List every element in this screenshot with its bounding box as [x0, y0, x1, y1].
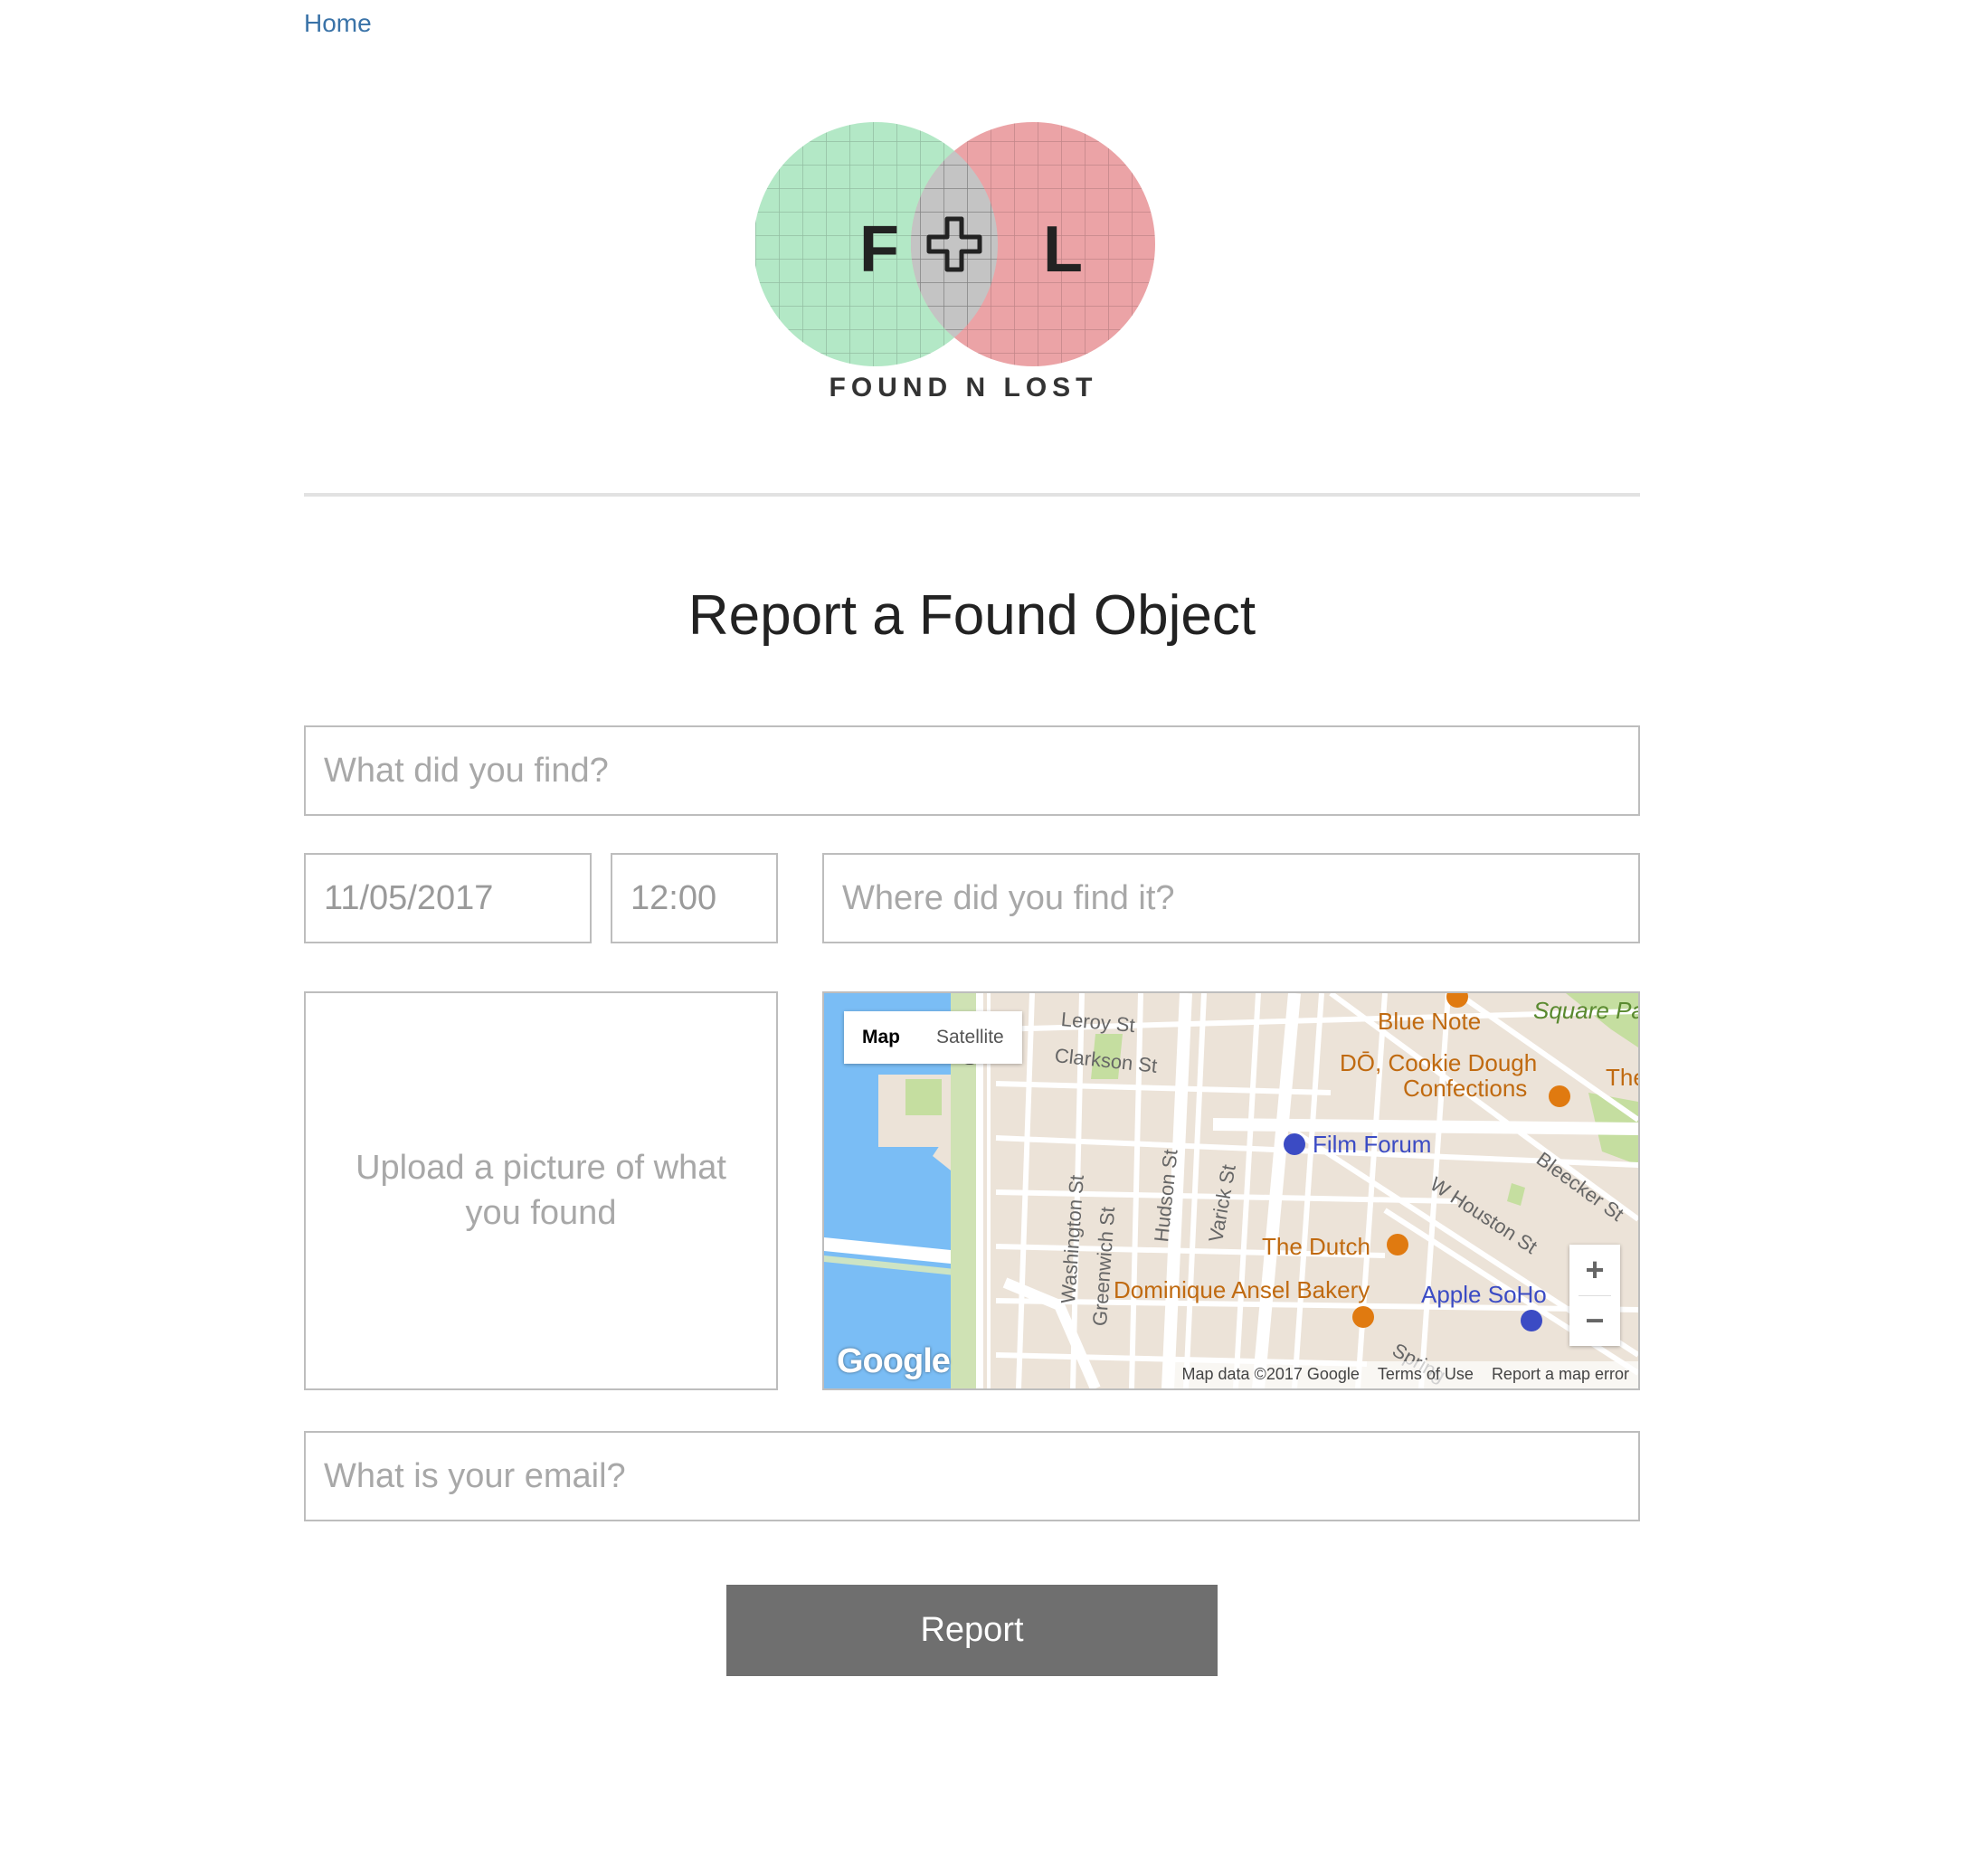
found-n-lost-logo: F L: [755, 122, 1155, 366]
map-footer: Map data ©2017 Google Terms of Use Repor…: [1172, 1361, 1638, 1388]
email-input[interactable]: [304, 1431, 1640, 1521]
place-label: The: [1606, 1064, 1638, 1091]
google-logo: Google: [837, 1342, 951, 1380]
time-input[interactable]: [611, 853, 778, 943]
map[interactable]: 9A Map Satellite Leroy St Clarkson St Wa…: [822, 991, 1640, 1390]
restaurant-icon: [1549, 1085, 1570, 1107]
zoom-in-button[interactable]: +: [1569, 1245, 1620, 1295]
place-label: Square Pa: [1533, 997, 1640, 1024]
upload-picture-area[interactable]: Upload a picture of what you found: [304, 991, 778, 1390]
restaurant-icon: [1387, 1234, 1408, 1255]
logo-letter-l: L: [1043, 213, 1083, 286]
place-label: Dominique Ansel Bakery: [1114, 1276, 1370, 1303]
date-input[interactable]: [304, 853, 592, 943]
map-type-satellite-button[interactable]: Satellite: [918, 1011, 1022, 1064]
map-type-control: Map Satellite: [844, 1011, 1022, 1064]
place-label: Blue Note: [1378, 1008, 1482, 1035]
zoom-control: + −: [1569, 1245, 1620, 1346]
map-attribution: Map data ©2017 Google: [1181, 1365, 1360, 1383]
shopping-icon: [1521, 1310, 1542, 1331]
cinema-icon: [1284, 1133, 1305, 1155]
zoom-out-button[interactable]: −: [1569, 1295, 1620, 1346]
map-type-map-button[interactable]: Map: [844, 1011, 918, 1064]
logo-wordmark: FOUND N LOST: [829, 373, 1098, 403]
place-label: Confections: [1403, 1075, 1528, 1102]
report-map-error-link[interactable]: Report a map error: [1483, 1361, 1638, 1388]
logo-letter-f: F: [859, 213, 899, 286]
home-link[interactable]: Home: [304, 9, 372, 38]
report-button[interactable]: Report: [726, 1585, 1218, 1676]
what-found-input[interactable]: [304, 725, 1640, 816]
place-label: DŌ, Cookie Dough: [1340, 1049, 1538, 1076]
where-found-input[interactable]: [822, 853, 1640, 943]
restaurant-icon: [1352, 1306, 1374, 1328]
place-label: The Dutch: [1262, 1233, 1370, 1260]
place-label: Film Forum: [1313, 1131, 1432, 1158]
upload-label: Upload a picture of what you found: [356, 1149, 726, 1232]
terms-of-use-link[interactable]: Terms of Use: [1369, 1361, 1483, 1388]
place-label: Apple SoHo: [1421, 1281, 1547, 1308]
page-title: Report a Found Object: [687, 584, 1256, 647]
header-divider: [304, 493, 1640, 497]
